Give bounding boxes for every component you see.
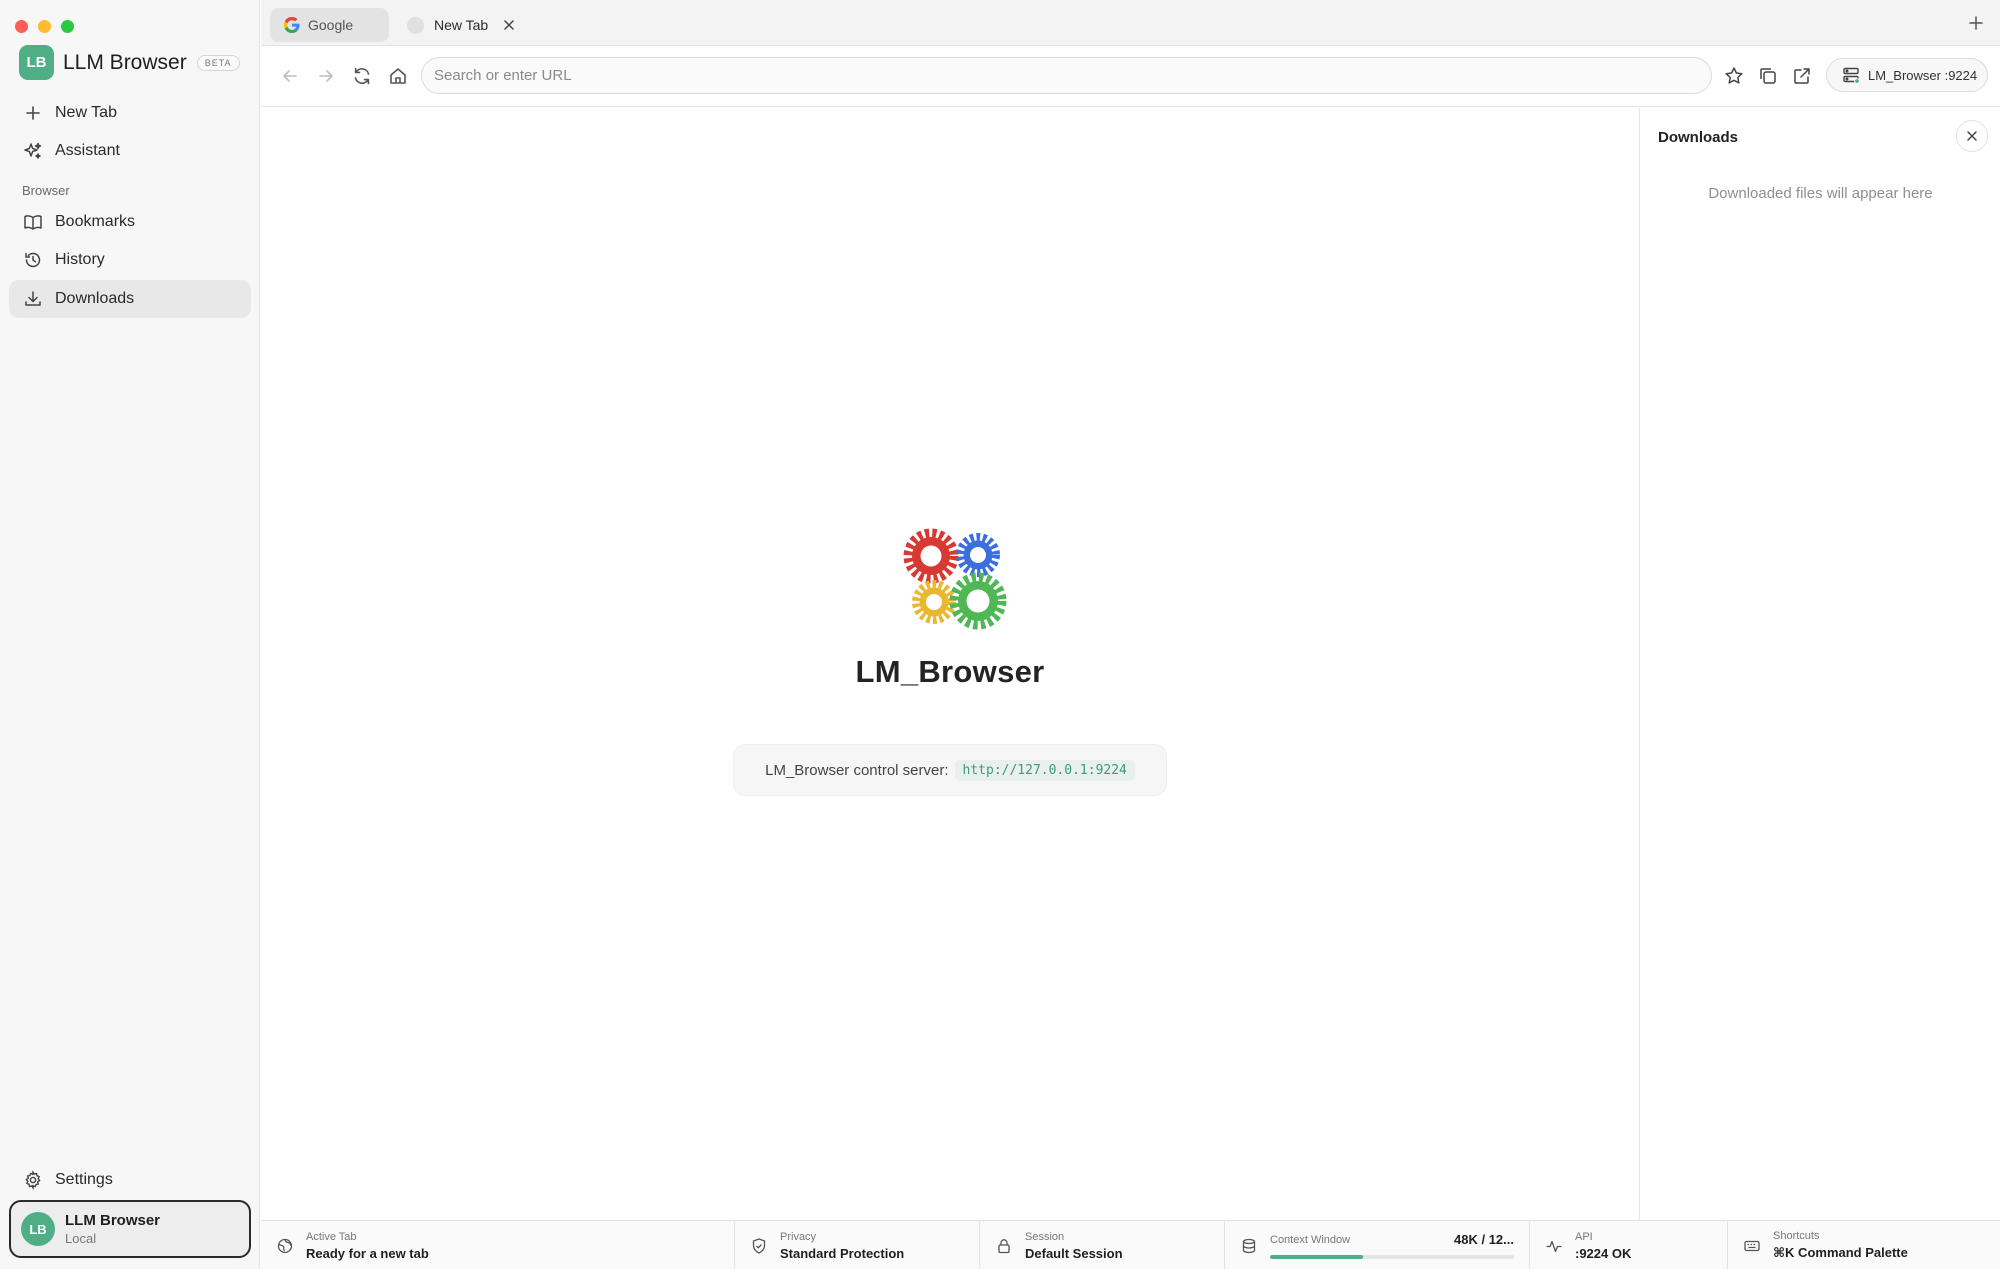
gears-logo [903,528,1007,630]
window-controls [15,20,74,33]
sidebar-item-label: Settings [55,1171,113,1188]
sidebar-item-bookmarks[interactable]: Bookmarks [9,203,251,241]
status-label: Shortcuts [1773,1230,1820,1242]
avatar: LB [21,1212,55,1246]
sidebar-item-new-tab[interactable]: New Tab [9,94,251,132]
google-icon [284,17,300,33]
new-tab-plus-icon[interactable] [1967,14,1985,32]
status-label: Active Tab [306,1230,357,1243]
control-server-url[interactable]: http://127.0.0.1:9224 [954,759,1135,781]
status-value: Default Session [1025,1245,1123,1261]
downloads-panel: Downloads Downloaded files will appear h… [1639,108,2000,1220]
globe-icon [277,1238,293,1253]
user-subtitle: Local [65,1231,97,1246]
tab-bar: Google New Tab [261,0,2000,46]
sidebar-item-settings[interactable]: Settings [9,1161,251,1199]
sidebar-item-label: History [55,251,105,268]
status-session[interactable]: Session Default Session [980,1221,1225,1269]
sidebar-item-label: Assistant [55,142,120,159]
tab-new-tab[interactable]: New Tab [393,8,533,42]
shield-check-icon [752,1237,766,1254]
gear-icon [25,1170,41,1190]
user-name: LLM Browser [65,1212,161,1229]
server-icon [1843,67,1860,84]
star-bookmark-icon[interactable] [1723,65,1745,87]
database-icon [1242,1238,1256,1253]
context-window-progress-fill [1270,1255,1363,1259]
forward-arrow-icon[interactable] [315,65,337,87]
control-server-info: LM_Browser control server: http://127.0.… [733,744,1167,796]
status-bar: Active Tab Ready for a new tab Privacy S… [261,1220,2000,1269]
yellow-gear-icon [912,580,956,624]
blue-gear-icon [956,533,1000,577]
status-context-window[interactable]: Context Window 48K / 12... [1225,1221,1530,1269]
status-privacy[interactable]: Privacy Standard Protection [735,1221,980,1269]
close-window-button[interactable] [15,20,28,33]
sparkles-icon [24,142,42,159]
user-profile-card[interactable]: LB LLM Browser Local [9,1200,251,1258]
status-value: ⌘K Command Palette [1773,1245,1908,1260]
downloads-panel-title: Downloads [1658,129,1739,146]
brand-logo: LB [19,45,54,80]
status-label: Context Window [1270,1233,1351,1246]
close-panel-button[interactable] [1956,120,1988,152]
home-icon[interactable] [387,65,409,87]
tab-google[interactable]: Google [270,8,389,42]
status-shortcuts[interactable]: Shortcuts ⌘K Command Palette [1728,1221,2000,1269]
status-label: Privacy [780,1230,817,1243]
sidebar-item-label: Bookmarks [55,213,136,230]
red-gear-icon [903,528,959,584]
status-label: API [1575,1230,1593,1243]
reload-icon[interactable] [351,65,373,87]
server-status-label: LM_Browser :9224 [1868,67,1978,83]
zoom-window-button[interactable] [61,20,74,33]
blank-page-icon [407,16,424,34]
close-icon [1967,131,1977,141]
url-input[interactable] [434,67,1711,84]
minimize-window-button[interactable] [38,20,51,33]
context-window-progress [1270,1255,1514,1259]
history-icon [25,252,41,268]
status-api[interactable]: API :9224 OK [1530,1221,1728,1269]
status-value: :9224 OK [1575,1245,1632,1261]
page-title: LM_Browser [855,654,1045,689]
context-window-count: 48K / 12... [1454,1232,1514,1247]
download-icon [25,291,41,306]
activity-icon [1546,1240,1562,1252]
sidebar-item-label: Downloads [55,290,135,307]
close-icon[interactable] [502,18,516,32]
new-tab-page: LM_Browser LM_Browser control server: ht… [261,108,1639,1220]
brand-name: LLM Browser [63,50,187,74]
external-link-icon[interactable] [1791,65,1813,87]
control-server-label: LM_Browser control server: [765,761,949,779]
brand: LB LLM Browser BETA [19,45,240,80]
book-icon [24,215,42,230]
plus-icon [26,106,40,120]
tab-label: New Tab [434,17,489,33]
status-label: Session [1025,1230,1065,1243]
sidebar-item-label: New Tab [55,104,117,121]
keyboard-icon [1744,1240,1760,1251]
back-arrow-icon[interactable] [279,65,301,87]
green-gear-icon [949,572,1007,630]
tab-label: Google [308,17,354,33]
address-bar[interactable] [421,57,1712,94]
downloads-empty-message: Downloaded files will appear here [1708,185,1933,202]
status-value: Ready for a new tab [306,1245,429,1261]
sidebar-item-history[interactable]: History [9,241,251,279]
copy-icon[interactable] [1757,65,1779,87]
sidebar-item-downloads[interactable]: Downloads [9,280,251,318]
server-status-button[interactable]: LM_Browser :9224 [1826,58,1988,92]
navigation-toolbar: LM_Browser :9224 [261,47,2000,107]
status-active-tab[interactable]: Active Tab Ready for a new tab [261,1221,735,1269]
section-label-browser: Browser [22,183,70,198]
status-value: Standard Protection [780,1245,905,1261]
lock-icon [998,1238,1010,1253]
beta-badge: BETA [196,54,240,71]
sidebar: LB LLM Browser BETA New Tab Assistant Br… [0,0,260,1269]
sidebar-item-assistant[interactable]: Assistant [9,132,251,170]
